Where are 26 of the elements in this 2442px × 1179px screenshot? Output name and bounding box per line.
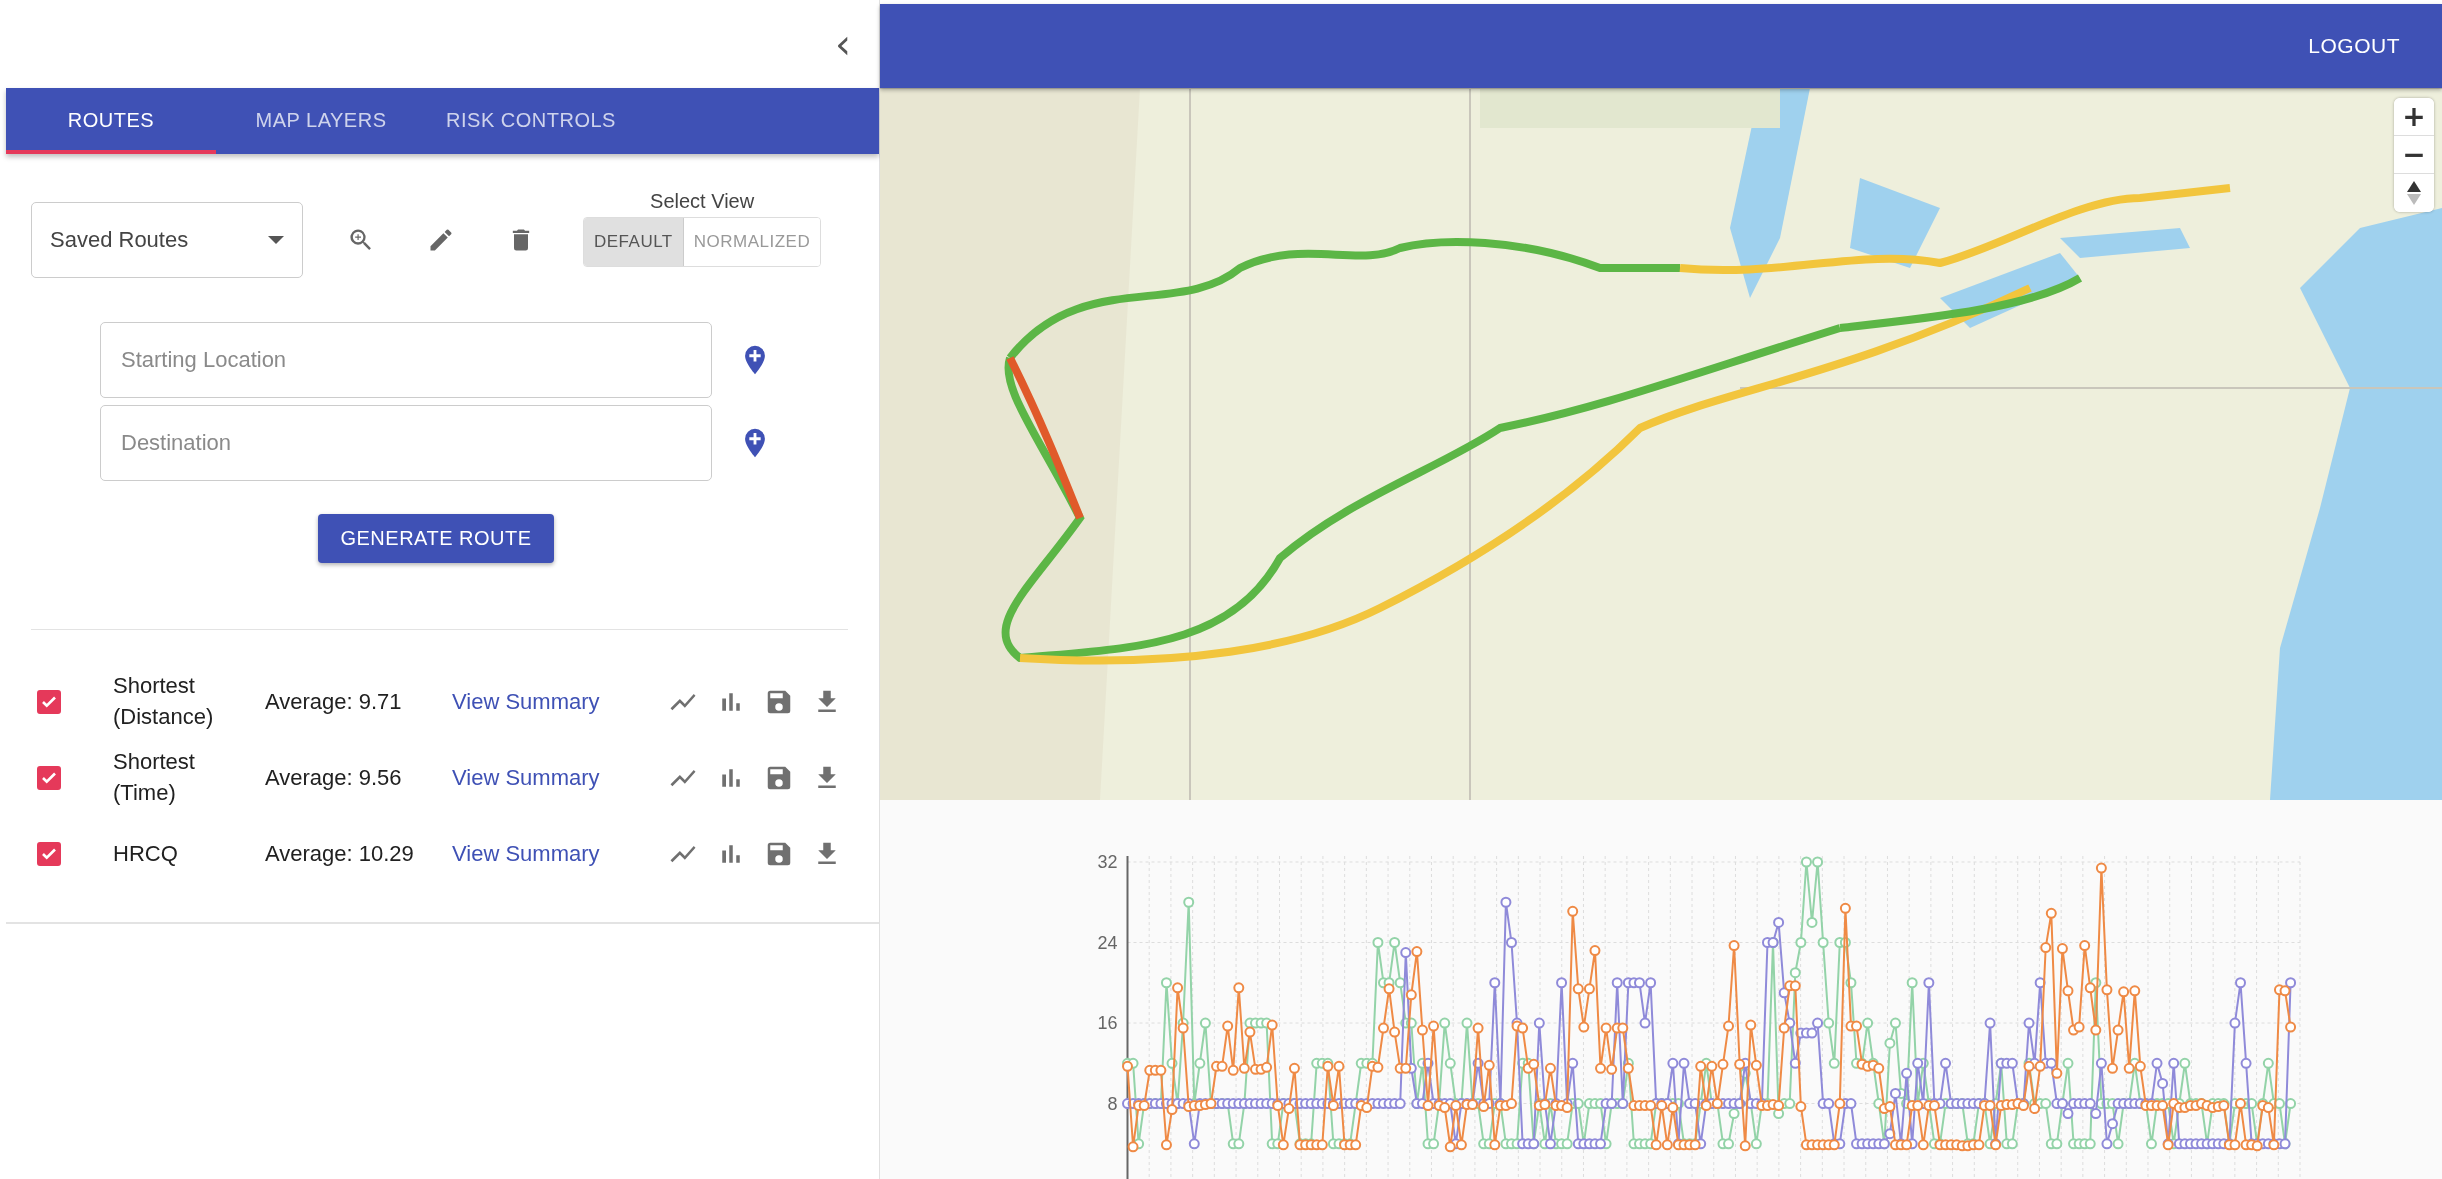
- start-field[interactable]: Starting Location: [100, 322, 712, 398]
- route-average: Average: 10.29: [265, 841, 415, 867]
- axis-tick-label: 32: [1097, 852, 1118, 872]
- view-option[interactable]: DEFAULT: [584, 217, 684, 266]
- collapse-button[interactable]: ‹: [829, 24, 857, 64]
- route-average: Average: 9.71: [265, 689, 403, 715]
- route-name: HRCQ: [113, 839, 179, 868]
- view-label: Select View: [650, 189, 755, 213]
- tab[interactable]: RISK CONTROLS: [426, 88, 636, 154]
- destination-field[interactable]: Destination: [100, 405, 712, 481]
- view-summary-link[interactable]: View Summary: [452, 689, 600, 714]
- logout-button[interactable]: LOGOUT: [2302, 33, 2406, 59]
- axis-tick-label: 8: [1107, 1093, 1118, 1114]
- route-average: Average: 9.56: [265, 765, 403, 791]
- zoom-in-button[interactable]: +: [2394, 98, 2434, 136]
- zoom-out-button[interactable]: −: [2394, 136, 2434, 174]
- view-summary-link[interactable]: View Summary: [452, 841, 600, 866]
- view-summary-link[interactable]: View Summary: [452, 765, 600, 790]
- axis-tick-label: 16: [1097, 1013, 1118, 1033]
- generate-route-button[interactable]: GENERATE ROUTE: [318, 514, 554, 563]
- route-name: Shortest (Time): [113, 748, 196, 807]
- tab[interactable]: MAP LAYERS: [216, 88, 426, 154]
- axis-tick-label: 24: [1097, 932, 1118, 953]
- route-name: Shortest (Distance): [113, 672, 215, 731]
- saved-routes-dropdown[interactable]: Saved Routes: [31, 202, 303, 278]
- tab[interactable]: ROUTES: [6, 88, 216, 154]
